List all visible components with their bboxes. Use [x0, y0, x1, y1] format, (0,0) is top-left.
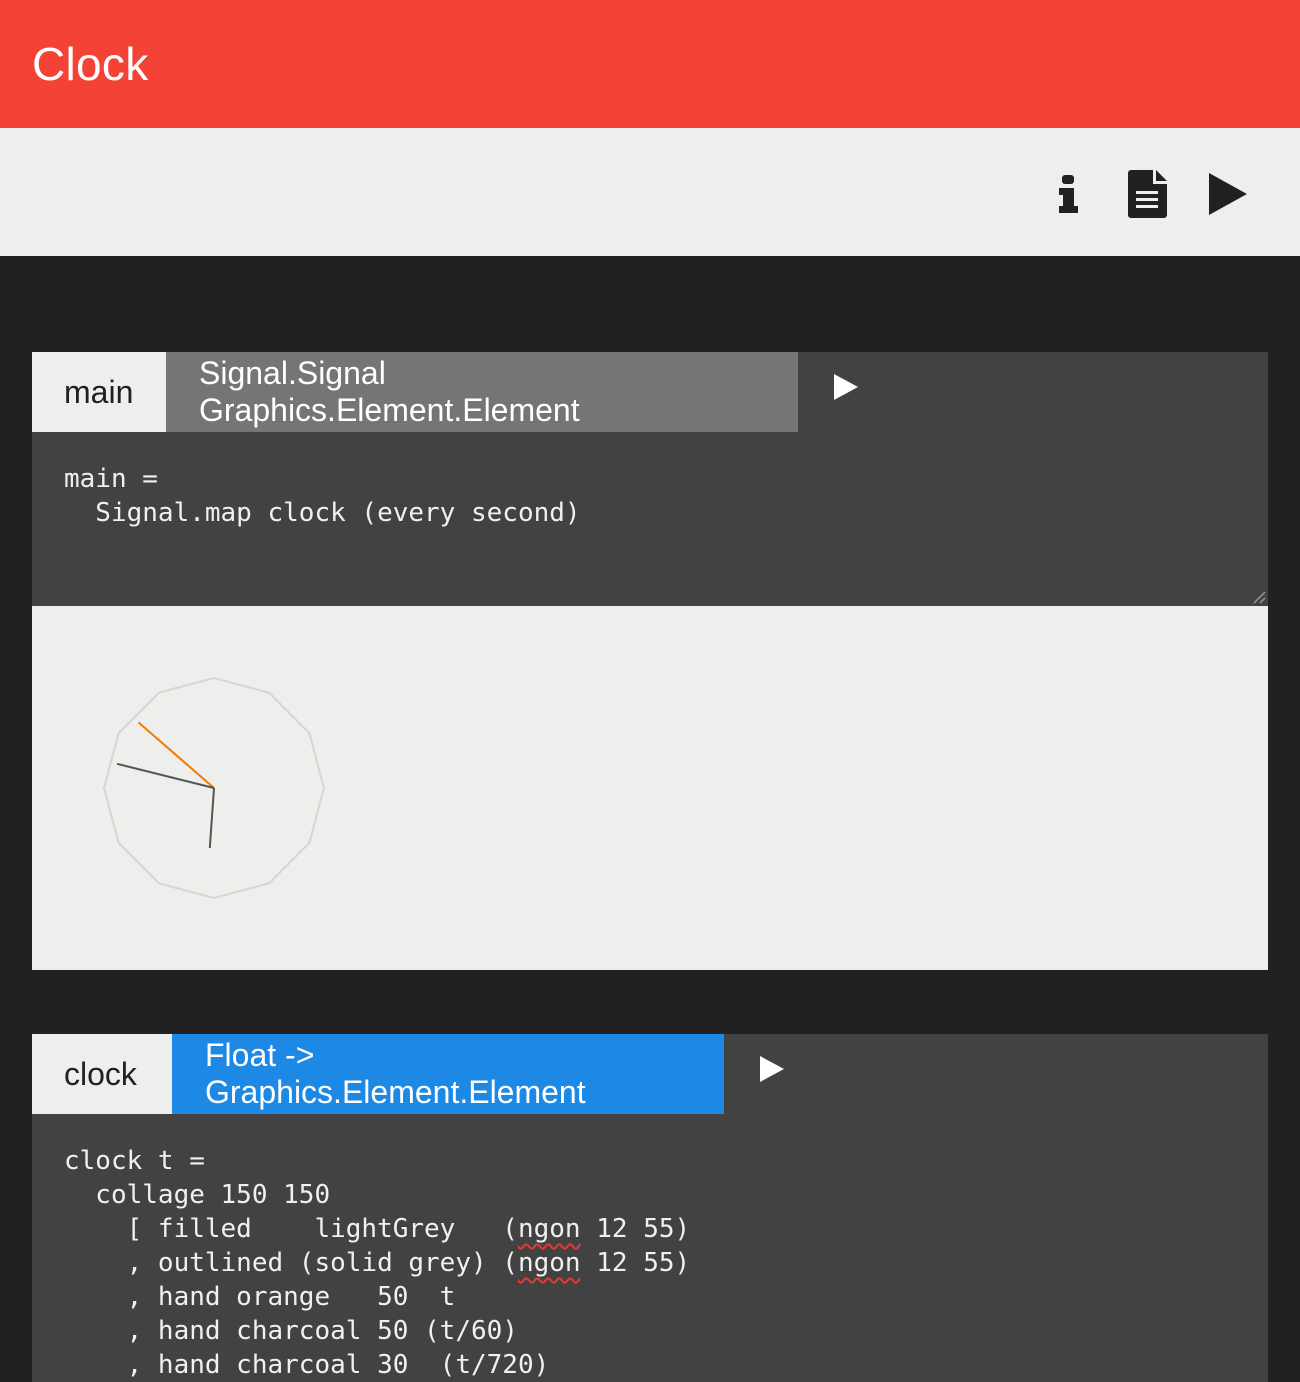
cell-main: main Signal.Signal Graphics.Element.Elem…	[32, 352, 1268, 970]
spellcheck-error: ngon	[517, 1214, 581, 1244]
play-icon	[1209, 173, 1247, 215]
page-title: Clock	[32, 38, 149, 90]
cell-name[interactable]: main	[32, 352, 166, 432]
code-line: , hand orange 50 t	[64, 1282, 456, 1312]
info-button[interactable]	[1038, 164, 1098, 224]
cell-output	[32, 606, 1268, 970]
run-cell-button[interactable]	[798, 352, 894, 432]
spellcheck-error: ngon	[517, 1248, 581, 1278]
cell-header: main Signal.Signal Graphics.Element.Elem…	[32, 352, 1268, 432]
app-bar: Clock	[0, 0, 1300, 128]
type-signature: Signal.Signal Graphics.Element.Element	[166, 352, 798, 432]
code-line: clock t =	[64, 1146, 205, 1176]
code-line: collage 150 150	[64, 1180, 331, 1210]
code-line: Signal.map clock (every second)	[64, 498, 581, 528]
type-signature: Float -> Graphics.Element.Element	[172, 1034, 724, 1114]
cell-name[interactable]: clock	[32, 1034, 172, 1114]
info-icon	[1059, 175, 1078, 213]
code-line: , outlined (solid grey) (ngon 12 55)	[64, 1248, 691, 1278]
cell-clock: clock Float -> Graphics.Element.Element …	[32, 1034, 1268, 1382]
code-editor[interactable]: clock t = collage 150 150 [ filled light…	[32, 1114, 1268, 1382]
code-line: , hand charcoal 50 (t/60)	[64, 1316, 518, 1346]
play-icon	[834, 374, 858, 400]
document-icon	[1128, 170, 1167, 218]
run-all-button[interactable]	[1198, 164, 1258, 224]
code-line: , hand charcoal 30 (t/720)	[64, 1350, 550, 1380]
resize-handle-icon[interactable]	[1252, 590, 1266, 604]
clock-render	[102, 676, 326, 900]
code-editor[interactable]: main = Signal.map clock (every second)	[32, 432, 1268, 606]
code-line: [ filled lightGrey (ngon 12 55)	[64, 1214, 691, 1244]
play-icon	[760, 1056, 784, 1082]
code-line: main =	[64, 464, 158, 494]
document-button[interactable]	[1118, 164, 1178, 224]
toolbar	[0, 128, 1300, 256]
cell-header: clock Float -> Graphics.Element.Element	[32, 1034, 1268, 1114]
run-cell-button[interactable]	[724, 1034, 820, 1114]
